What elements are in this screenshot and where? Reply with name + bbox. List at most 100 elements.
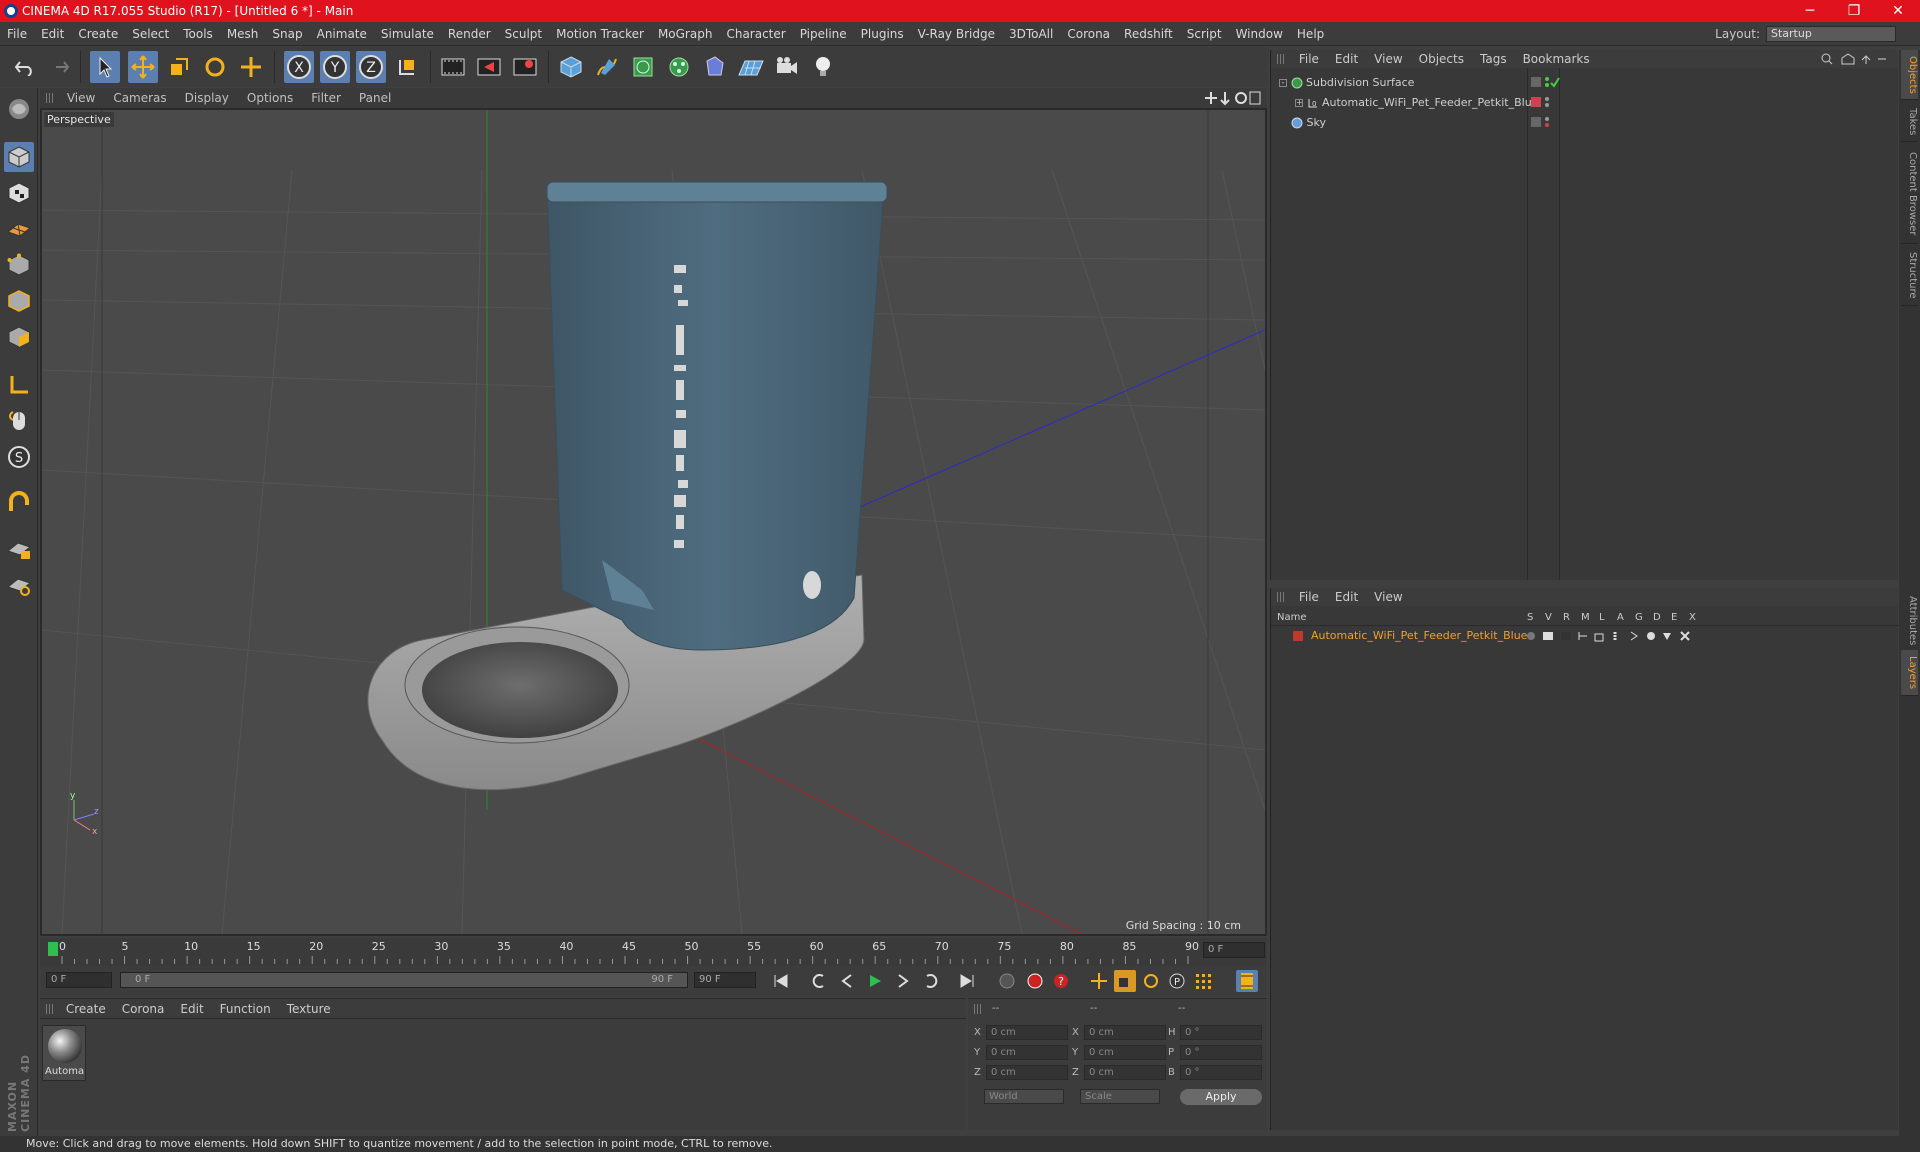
menu-motion-tracker[interactable]: Motion Tracker [549, 22, 651, 46]
menu-pipeline[interactable]: Pipeline [793, 22, 854, 46]
menu-help[interactable]: Help [1290, 22, 1331, 46]
menu-tools[interactable]: Tools [176, 22, 220, 46]
rot-p-field[interactable]: 0 ° [1180, 1045, 1262, 1060]
render-picture-viewer-icon[interactable] [474, 51, 504, 83]
feeder-visibility-toggles[interactable] [1531, 96, 1561, 113]
tab-objects[interactable]: Objects [1901, 50, 1918, 100]
planar-workplane-icon[interactable] [4, 570, 34, 600]
coordinate-space-dropdown[interactable]: World [984, 1089, 1064, 1104]
workplane-mode-icon[interactable] [4, 214, 34, 244]
auto-keying-icon[interactable] [1024, 970, 1046, 992]
menu-mograph[interactable]: MoGraph [651, 22, 720, 46]
rotate-tool-icon[interactable] [200, 51, 230, 83]
size-y-field[interactable]: 0 cm [1084, 1045, 1166, 1060]
tab-structure[interactable]: Structure [1901, 246, 1918, 306]
menu-sculpt[interactable]: Sculpt [498, 22, 549, 46]
texture-mode-icon[interactable] [4, 178, 34, 208]
viewport-menu-options[interactable]: Options [238, 88, 302, 108]
viewport-camera-label[interactable]: Perspective [44, 112, 114, 127]
3d-viewport[interactable]: y z x Perspective Grid Spacing : 10 cm [40, 108, 1267, 936]
magnet-icon[interactable] [4, 488, 34, 518]
keyframe-selection-icon[interactable]: ? [1050, 970, 1072, 992]
render-settings-icon[interactable] [510, 51, 540, 83]
key-rotation-icon[interactable] [1140, 970, 1162, 992]
tab-attributes[interactable]: Attributes [1901, 586, 1918, 656]
previous-frame-icon[interactable] [836, 970, 858, 992]
x-axis-lock-icon[interactable]: X [284, 51, 314, 83]
size-x-field[interactable]: 0 cm [1084, 1025, 1166, 1040]
pos-x-field[interactable]: 0 cm [986, 1025, 1068, 1040]
key-position-icon[interactable] [1088, 970, 1110, 992]
model-mode-icon[interactable] [4, 142, 34, 172]
objects-menu-bookmarks[interactable]: Bookmarks [1515, 50, 1598, 68]
floor-environment-icon[interactable] [736, 51, 766, 83]
minimize-button[interactable]: ─ [1788, 1, 1832, 21]
viewport-menu-display[interactable]: Display [176, 88, 238, 108]
size-mode-dropdown[interactable]: Scale [1080, 1089, 1160, 1104]
menu-create[interactable]: Create [71, 22, 125, 46]
redo-icon[interactable] [44, 51, 74, 83]
menu-redshift[interactable]: Redshift [1117, 22, 1180, 46]
deformer-icon[interactable] [700, 51, 730, 83]
go-to-end-icon[interactable] [956, 970, 978, 992]
lock-workplane-icon[interactable] [4, 534, 34, 564]
menu-file[interactable]: File [0, 22, 34, 46]
pos-y-field[interactable]: 0 cm [986, 1045, 1068, 1060]
light-icon[interactable] [808, 51, 838, 83]
end-frame-field[interactable]: 90 F [694, 972, 756, 988]
viewport-menu-view[interactable]: View [58, 88, 104, 108]
layers-menu-view[interactable]: View [1366, 588, 1410, 606]
layers-menu-file[interactable]: File [1291, 588, 1327, 606]
menu-vray-bridge[interactable]: V-Ray Bridge [911, 22, 1002, 46]
pos-z-field[interactable]: 0 cm [986, 1065, 1068, 1080]
menu-select[interactable]: Select [125, 22, 176, 46]
y-axis-lock-icon[interactable]: Y [320, 51, 350, 83]
menu-mesh[interactable]: Mesh [220, 22, 266, 46]
play-icon[interactable] [864, 970, 886, 992]
objects-menu-file[interactable]: File [1291, 50, 1327, 68]
size-z-field[interactable]: 0 cm [1084, 1065, 1166, 1080]
snap-icon[interactable]: S [4, 442, 34, 472]
menu-render[interactable]: Render [441, 22, 498, 46]
frame-range-slider[interactable]: 0 F 90 F [120, 972, 688, 988]
polygons-mode-icon[interactable] [4, 322, 34, 352]
object-row-subdivision-surface[interactable]: - Subdivision Surface [1279, 74, 1414, 92]
key-scale-icon[interactable] [1114, 970, 1136, 992]
next-frame-icon[interactable] [892, 970, 914, 992]
mograph-cloner-icon[interactable] [664, 51, 694, 83]
material-menu-function[interactable]: Function [212, 999, 279, 1019]
objects-menu-edit[interactable]: Edit [1327, 50, 1366, 68]
menu-animate[interactable]: Animate [310, 22, 374, 46]
close-button[interactable]: ✕ [1876, 1, 1920, 21]
z-axis-lock-icon[interactable]: Z [356, 51, 386, 83]
pen-spline-icon[interactable] [592, 51, 622, 83]
objects-menu-tags[interactable]: Tags [1472, 50, 1515, 68]
key-parameter-icon[interactable]: P [1166, 970, 1188, 992]
record-keys-icon[interactable] [996, 970, 1018, 992]
select-tool-icon[interactable] [90, 51, 120, 83]
object-row-feeder[interactable]: + 0 Automatic_WiFi_Pet_Feeder_Petkit_Blu… [1295, 94, 1538, 112]
layer-row[interactable]: Automatic_WiFi_Pet_Feeder_Petkit_Blue [1271, 628, 1899, 644]
render-view-icon[interactable] [438, 51, 468, 83]
next-key-icon[interactable] [920, 970, 942, 992]
start-frame-field[interactable]: 0 F [46, 972, 112, 988]
camera-icon[interactable] [772, 51, 802, 83]
objects-menu-view[interactable]: View [1366, 50, 1410, 68]
coordinate-system-icon[interactable] [392, 51, 422, 83]
scale-tool-icon[interactable] [164, 51, 194, 83]
menu-snap[interactable]: Snap [265, 22, 309, 46]
rot-b-field[interactable]: 0 ° [1180, 1065, 1262, 1080]
apply-button[interactable]: Apply [1180, 1089, 1262, 1105]
menu-edit[interactable]: Edit [34, 22, 71, 46]
undo-icon[interactable] [10, 51, 40, 83]
subdivision-visibility-toggles[interactable] [1531, 76, 1561, 93]
previous-key-icon[interactable] [808, 970, 830, 992]
axis-mode-icon[interactable] [4, 370, 34, 400]
viewport-nav-icons[interactable] [1203, 90, 1261, 109]
material-menu-texture[interactable]: Texture [279, 999, 339, 1019]
rot-h-field[interactable]: 0 ° [1180, 1025, 1262, 1040]
cube-primitive-icon[interactable] [556, 51, 586, 83]
transform-tool-icon[interactable] [236, 51, 266, 83]
points-mode-icon[interactable] [4, 250, 34, 280]
timeline-ruler[interactable]: 0 5 10 15 20 25 30 35 40 45 50 55 60 65 70 75 80 85 90 0 F [40, 938, 1267, 966]
